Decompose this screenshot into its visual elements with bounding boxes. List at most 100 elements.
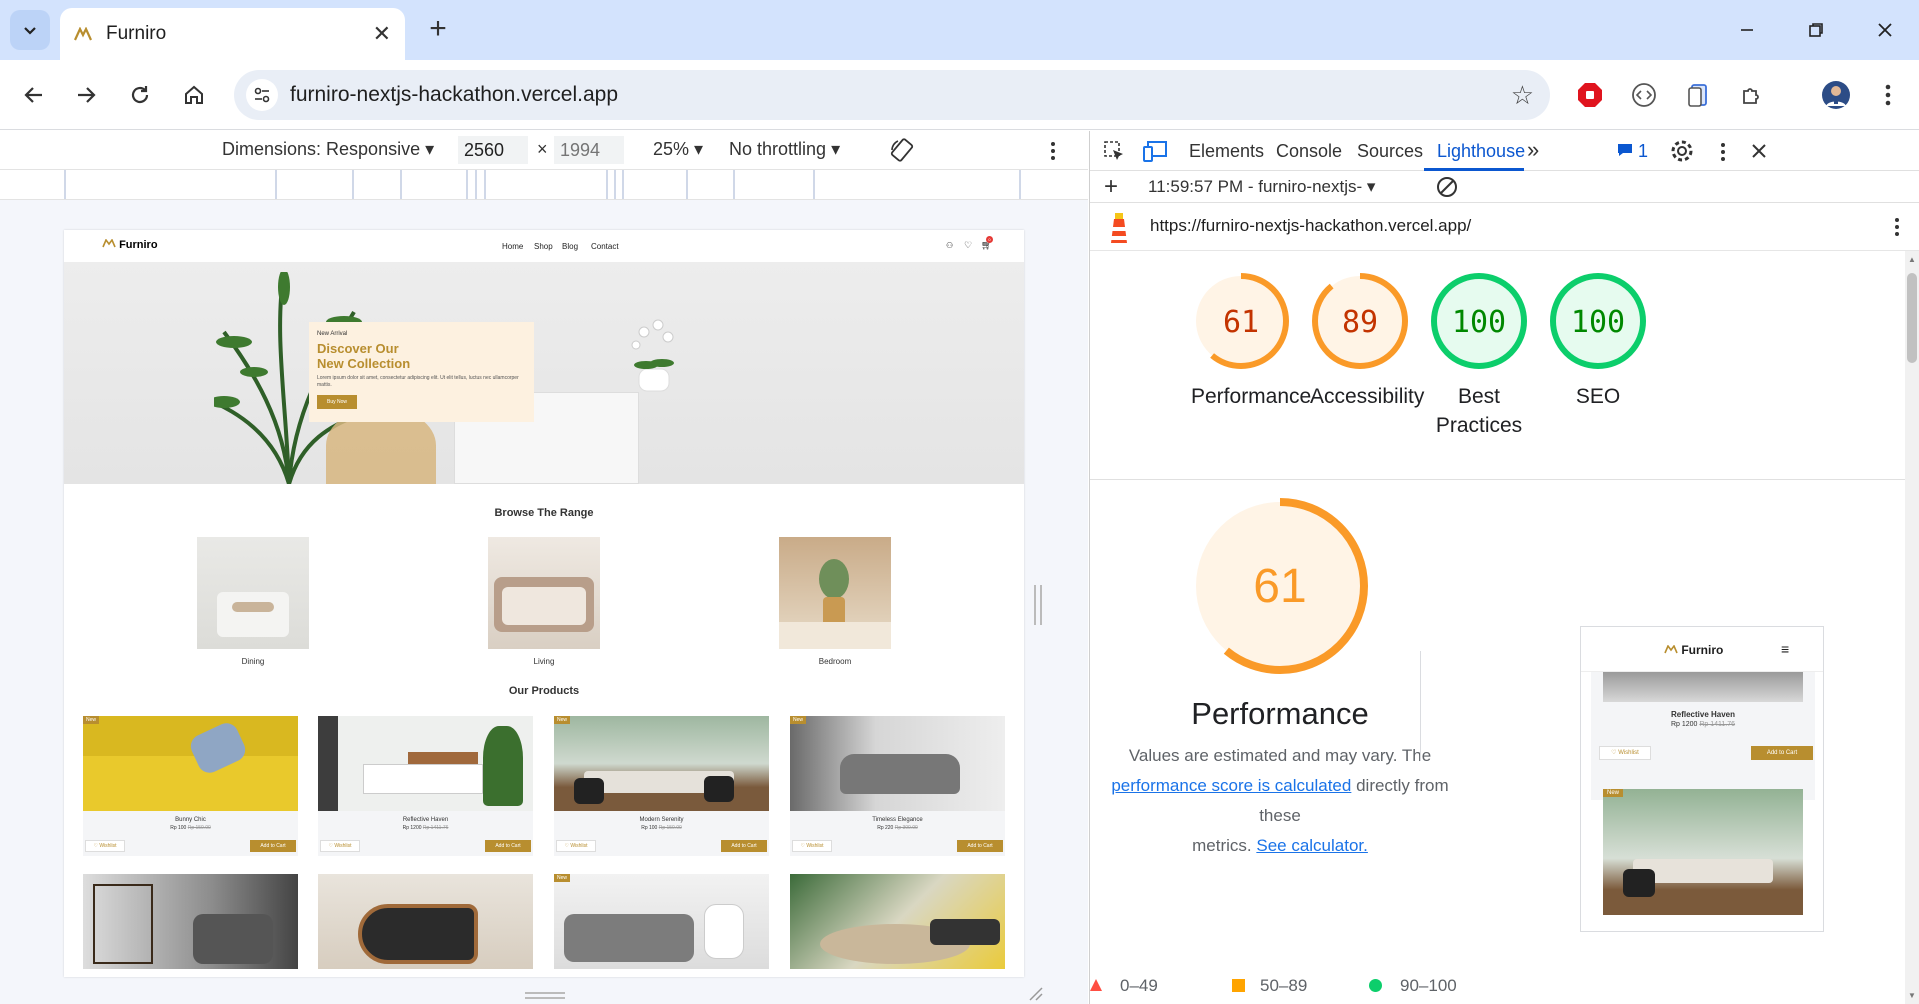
device-toolbar-more-button[interactable] — [1050, 141, 1056, 166]
user-icon[interactable]: ⚇ — [946, 241, 953, 250]
report-menu-button[interactable] — [1894, 217, 1900, 242]
devtools-panel: Elements Console Sources Lighthouse » 1 … — [1089, 131, 1919, 1004]
bookmark-star-icon[interactable]: ☆ — [1511, 80, 1534, 111]
dimensions-select[interactable]: Dimensions: Responsive ▾ — [222, 139, 434, 160]
minimize-button[interactable] — [1725, 12, 1769, 48]
issues-button[interactable]: 1 — [1617, 141, 1648, 162]
nav-blog[interactable]: Blog — [562, 242, 578, 251]
nav-home[interactable]: Home — [502, 242, 523, 251]
resize-corner-icon[interactable] — [1028, 986, 1044, 1002]
report-select[interactable]: 11:59:57 PM - furniro-nextjs- ▾ — [1148, 177, 1375, 197]
score-gauge-seo[interactable]: 100 SEO — [1548, 271, 1648, 411]
wishlist-button[interactable]: ♡ Wishlist — [792, 840, 832, 852]
tab-lighthouse[interactable]: Lighthouse — [1437, 141, 1525, 162]
buy-now-button[interactable]: Buy Now — [317, 395, 358, 409]
rotate-button[interactable] — [888, 136, 916, 169]
thumb-logo: Furniro — [1664, 643, 1723, 657]
product-image — [554, 716, 769, 811]
product-card[interactable]: New Timeless Elegance Rp 220 Rp 300.00 ♡… — [790, 716, 1005, 856]
device-toolbar-toggle[interactable] — [1142, 139, 1168, 168]
product-image[interactable] — [790, 874, 1005, 969]
tab-elements[interactable]: Elements — [1189, 141, 1264, 162]
wishlist-button[interactable]: ♡ Wishlist — [320, 840, 360, 852]
height-input[interactable] — [554, 136, 624, 164]
browser-tab[interactable]: Furniro ✕ — [60, 8, 405, 60]
score-gauge-accessibility[interactable]: 89 Accessibility — [1310, 271, 1424, 411]
see-calculator-link[interactable]: See calculator. — [1256, 836, 1368, 855]
reload-icon — [131, 86, 149, 104]
product-price-current: Rp 220 — [877, 825, 894, 831]
throttling-select[interactable]: No throttling ▾ — [729, 139, 840, 160]
tab-console[interactable]: Console — [1276, 141, 1342, 162]
report-scrollbar[interactable]: ▲ ▼ — [1905, 251, 1919, 1004]
close-devtools-button[interactable] — [1750, 142, 1768, 165]
media-query-ruler[interactable] — [0, 170, 1088, 200]
restore-button[interactable] — [1794, 12, 1838, 48]
chrome-menu-button[interactable] — [1870, 77, 1906, 113]
product-image[interactable] — [83, 874, 298, 969]
extensions-button[interactable] — [1734, 77, 1770, 113]
tab-search-button[interactable] — [10, 10, 50, 50]
zoom-select[interactable]: 25% ▾ — [653, 139, 703, 160]
add-to-cart-button[interactable]: Add to Cart — [957, 840, 1003, 852]
report-scroll-thumb[interactable] — [1907, 273, 1917, 363]
scroll-down-arrow-icon[interactable]: ▼ — [1908, 991, 1916, 1000]
product-card[interactable]: New Modern Serenity Rp 100 Rp 150.00 ♡ W… — [554, 716, 769, 856]
media-query-bar[interactable] — [64, 170, 1021, 199]
back-button[interactable] — [16, 77, 52, 113]
reload-button[interactable] — [122, 77, 158, 113]
wishlist-button[interactable]: ♡ Wishlist — [85, 840, 125, 852]
final-screenshot-thumbnail[interactable]: Furniro ≡ Reflective Haven Rp 1200 Rp 14… — [1580, 626, 1824, 932]
scroll-up-arrow-icon[interactable]: ▲ — [1908, 255, 1916, 264]
furniro-page: Furniro Home Shop Blog Contact ⚇ ♡ 🛒︎ 0 — [64, 230, 1024, 977]
home-button[interactable] — [176, 77, 212, 113]
product-image[interactable] — [318, 874, 533, 969]
tab-sources[interactable]: Sources — [1357, 141, 1423, 162]
width-input[interactable] — [458, 136, 528, 164]
home-icon — [185, 85, 203, 104]
add-to-cart-button[interactable]: Add to Cart — [721, 840, 767, 852]
site-logo[interactable]: Furniro — [102, 238, 158, 251]
add-to-cart-button[interactable]: Add to Cart — [485, 840, 531, 852]
extension-clipboard-button[interactable] — [1680, 77, 1716, 113]
our-products-title: Our Products — [508, 685, 580, 697]
forward-button[interactable] — [68, 77, 104, 113]
profile-avatar[interactable] — [1818, 77, 1854, 113]
extension-adblock-button[interactable] — [1572, 77, 1608, 113]
add-to-cart-button[interactable]: Add to Cart — [250, 840, 296, 852]
new-report-plus-icon[interactable]: + — [1104, 173, 1118, 201]
extension-devtools-button[interactable] — [1626, 77, 1662, 113]
nav-contact[interactable]: Contact — [591, 242, 619, 251]
lighthouse-report-header: https://furniro-nextjs-hackathon.vercel.… — [1090, 203, 1919, 251]
close-tab-icon[interactable]: ✕ — [373, 21, 391, 47]
score-gauge-best-practices[interactable]: 100 Best Practices — [1429, 271, 1529, 440]
product-image[interactable]: New — [554, 874, 769, 969]
address-bar[interactable]: furniro-nextjs-hackathon.vercel.app ☆ — [234, 70, 1550, 120]
performance-big-gauge: 61 — [1192, 498, 1368, 674]
resize-handle-right[interactable] — [1034, 585, 1042, 625]
product-name: Reflective Haven — [402, 817, 449, 823]
new-tab-button[interactable]: + — [420, 12, 456, 48]
more-tabs-chevron-icon[interactable]: » — [1527, 137, 1539, 163]
range-living[interactable]: Living — [488, 537, 600, 666]
clear-reports-button[interactable] — [1436, 176, 1458, 203]
message-icon — [1618, 144, 1632, 156]
product-image — [83, 716, 298, 811]
heart-icon[interactable]: ♡ — [964, 240, 972, 251]
product-card[interactable]: New Bunny Chic Rp 100 Rp 150.00 ♡ Wishli… — [83, 716, 298, 856]
devtools-menu-button[interactable] — [1720, 142, 1726, 167]
settings-button[interactable] — [1670, 139, 1694, 168]
site-info-button[interactable] — [246, 79, 278, 111]
score-calculated-link[interactable]: performance score is calculated — [1111, 776, 1351, 795]
product-card[interactable]: Reflective Haven Rp 1200 Rp 1411.76 ♡ Wi… — [318, 716, 533, 856]
resize-handle-bottom[interactable] — [525, 992, 565, 999]
report-url: https://furniro-nextjs-hackathon.vercel.… — [1150, 216, 1472, 235]
close-window-button[interactable] — [1863, 12, 1907, 48]
range-dining[interactable]: Dining — [197, 537, 309, 666]
range-bedroom[interactable]: Bedroom — [779, 537, 891, 666]
thumb-cart-button: Add to Cart — [1751, 746, 1813, 760]
inspect-element-button[interactable] — [1102, 139, 1126, 168]
nav-shop[interactable]: Shop — [534, 242, 553, 251]
score-gauge-performance[interactable]: 61 Performance — [1191, 271, 1311, 411]
wishlist-button[interactable]: ♡ Wishlist — [556, 840, 596, 852]
